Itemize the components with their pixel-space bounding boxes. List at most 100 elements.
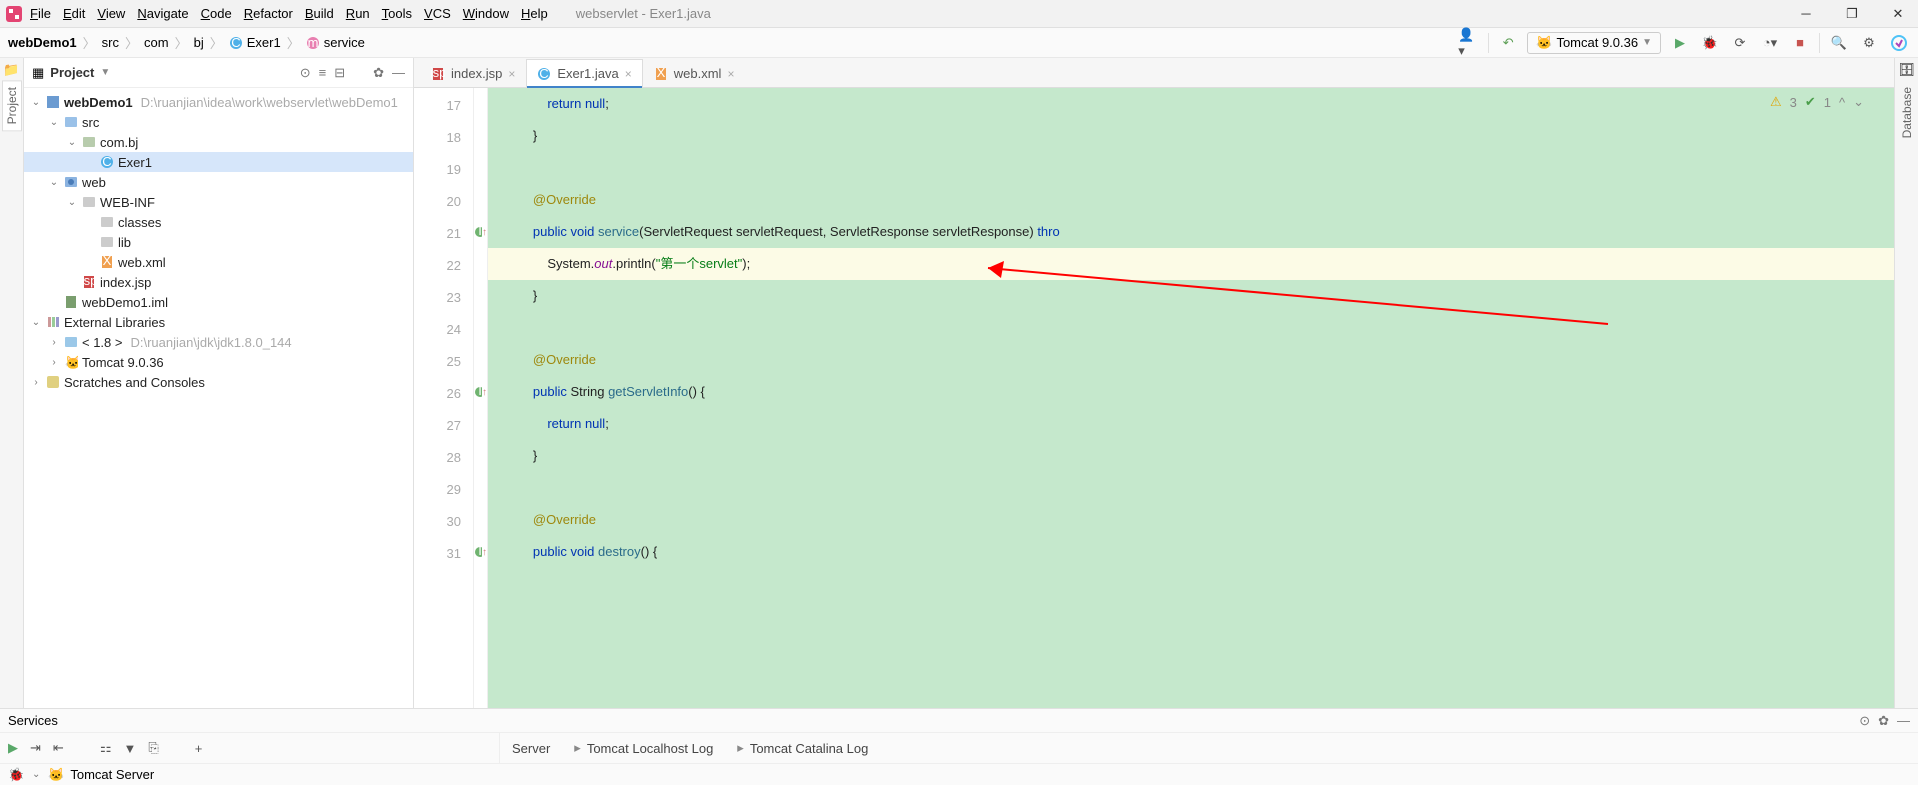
server-tab-tomcat-catalina-log[interactable]: ▸Tomcat Catalina Log bbox=[737, 740, 868, 756]
services-body: ▶ ⇥ ⇤ ⚏ ▼ ⎘ + Server ▸Tomcat Localhost Lo… bbox=[0, 733, 1918, 763]
user-icon[interactable]: 👤▾ bbox=[1458, 32, 1480, 54]
profile-button[interactable]: ◔▾ bbox=[1759, 32, 1781, 54]
tree-scratches-and-consoles[interactable]: ›Scratches and Consoles bbox=[24, 372, 413, 392]
back-nav-icon[interactable]: ↶ bbox=[1497, 32, 1519, 54]
code-pane[interactable]: ⚠3 ✔1 ^ ⌄ return null; } @Override publi… bbox=[488, 88, 1894, 708]
menu-vcs[interactable]: VCS bbox=[424, 6, 451, 21]
stop-svc-icon[interactable]: ⇤ bbox=[53, 740, 64, 756]
project-tree[interactable]: ⌄webDemo1D:\ruanjian\idea\work\webservle… bbox=[24, 88, 413, 396]
tree-com-bj[interactable]: ⌄com.bj bbox=[24, 132, 413, 152]
menu-code[interactable]: Code bbox=[201, 6, 232, 21]
tab-web-xml[interactable]: Xweb.xml× bbox=[643, 59, 746, 87]
maximize-button[interactable]: ❐ bbox=[1838, 6, 1866, 22]
navigation-bar: webDemo1〉src〉com〉bj〉CExer1〉mservice 👤▾ ↶… bbox=[0, 28, 1918, 58]
project-view-dropdown[interactable]: ▼ bbox=[100, 67, 110, 78]
tab-close-icon[interactable]: × bbox=[727, 67, 734, 81]
tab-close-icon[interactable]: × bbox=[625, 67, 632, 81]
window-title: webservlet - Exer1.java bbox=[576, 6, 711, 21]
server-tab-tomcat-localhost-log[interactable]: ▸Tomcat Localhost Log bbox=[574, 740, 713, 756]
menu-help[interactable]: Help bbox=[521, 6, 548, 21]
group-icon[interactable]: ⎘ bbox=[148, 740, 158, 756]
tab-close-icon[interactable]: × bbox=[508, 67, 515, 81]
tree-src[interactable]: ⌄src bbox=[24, 112, 413, 132]
menu-bar: File Edit View Navigate Code Refactor Build Run… bbox=[30, 6, 548, 21]
debug-button[interactable]: 🐞 bbox=[1699, 32, 1721, 54]
tree-lib[interactable]: lib bbox=[24, 232, 413, 252]
breadcrumb-src[interactable]: src bbox=[102, 35, 119, 50]
breadcrumb-service[interactable]: mservice bbox=[306, 35, 365, 50]
expand-arrow[interactable]: ⌄ bbox=[30, 769, 42, 780]
database-rail-tab[interactable]: Database bbox=[1897, 80, 1917, 145]
tree-webdemo1[interactable]: ⌄webDemo1D:\ruanjian\idea\work\webservle… bbox=[24, 92, 413, 112]
run-icon[interactable]: ▶ bbox=[8, 740, 18, 756]
tree-webdemo1-iml[interactable]: webDemo1.iml bbox=[24, 292, 413, 312]
menu-navigate[interactable]: Navigate bbox=[137, 6, 188, 21]
warning-icon: ⚠ bbox=[1770, 94, 1782, 110]
filter-tree-icon[interactable]: ⇥ bbox=[30, 740, 41, 756]
code-editor[interactable]: 171819202122232425262728293031 I↑I↑I↑ ⚠3… bbox=[414, 88, 1894, 708]
run-config-selector[interactable]: 🐱 Tomcat 9.0.36 ▼ bbox=[1527, 32, 1661, 54]
coverage-button[interactable]: ⟳ bbox=[1729, 32, 1751, 54]
minimize-button[interactable]: ─ bbox=[1792, 6, 1820, 22]
scroll-from-source-icon[interactable]: ⊙ bbox=[300, 65, 311, 81]
tree-view-icon[interactable]: ⚏ bbox=[100, 740, 112, 756]
filter-icon[interactable]: ▼ bbox=[123, 741, 136, 756]
close-button[interactable]: ✕ bbox=[1884, 6, 1912, 22]
search-icon[interactable]: 🔍 bbox=[1828, 32, 1850, 54]
tab-exer1-java[interactable]: CExer1.java× bbox=[526, 59, 642, 87]
run-config-label: Tomcat 9.0.36 bbox=[1556, 35, 1638, 50]
services-expand-icon[interactable]: ⊙ bbox=[1859, 713, 1870, 729]
tab-index-jsp[interactable]: jspindex.jsp× bbox=[420, 59, 526, 87]
svg-text:X: X bbox=[656, 67, 665, 80]
services-header: Services ⊙ ✿ — bbox=[0, 709, 1918, 733]
menu-run[interactable]: Run bbox=[346, 6, 370, 21]
tree-exer1[interactable]: CExer1 bbox=[24, 152, 413, 172]
svg-text:C: C bbox=[231, 36, 240, 50]
breadcrumb-bj[interactable]: bj bbox=[194, 35, 204, 50]
tree-index-jsp[interactable]: jspindex.jsp bbox=[24, 272, 413, 292]
database-rail-icon[interactable]: 🗄 bbox=[1898, 62, 1915, 78]
tree-web-xml[interactable]: Xweb.xml bbox=[24, 252, 413, 272]
tree-classes[interactable]: classes bbox=[24, 212, 413, 232]
run-button[interactable]: ▶ bbox=[1669, 32, 1691, 54]
debug-mini-icon[interactable]: 🐞 bbox=[8, 767, 24, 783]
tree---1-8--[interactable]: ›< 1.8 >D:\ruanjian\jdk\jdk1.8.0_144 bbox=[24, 332, 413, 352]
menu-file[interactable]: File bbox=[30, 6, 51, 21]
window-controls: ─ ❐ ✕ bbox=[1792, 6, 1912, 22]
settings-icon[interactable]: ✿ bbox=[373, 65, 384, 81]
add-service-icon[interactable]: + bbox=[195, 741, 203, 756]
project-rail-icon[interactable]: 📁 bbox=[3, 62, 19, 78]
breadcrumb-webdemo1[interactable]: webDemo1 bbox=[8, 35, 77, 50]
services-title: Services bbox=[8, 713, 58, 728]
breadcrumb-com[interactable]: com bbox=[144, 35, 169, 50]
tree-web-inf[interactable]: ⌄WEB-INF bbox=[24, 192, 413, 212]
services-hide-icon[interactable]: — bbox=[1897, 713, 1910, 729]
editor-inspection-widget[interactable]: ⚠3 ✔1 ^ ⌄ bbox=[1770, 94, 1864, 110]
services-tree-row[interactable]: 🐞 ⌄ 🐱 Tomcat Server bbox=[0, 763, 1918, 785]
menu-tools[interactable]: Tools bbox=[382, 6, 412, 21]
stop-button[interactable]: ■ bbox=[1789, 32, 1811, 54]
menu-refactor[interactable]: Refactor bbox=[244, 6, 293, 21]
menu-window[interactable]: Window bbox=[463, 6, 509, 21]
hide-sidebar-icon[interactable]: — bbox=[392, 65, 405, 81]
tree-tomcat-9-0-36[interactable]: ›🐱Tomcat 9.0.36 bbox=[24, 352, 413, 372]
services-toolbar: ▶ ⇥ ⇤ ⚏ ▼ ⎘ + bbox=[0, 733, 500, 763]
project-tools: ⊙ ≡ ⊟ ✿ — bbox=[300, 65, 405, 81]
server-tab-server[interactable]: Server bbox=[512, 741, 550, 756]
prev-problem-icon[interactable]: ^ bbox=[1839, 95, 1845, 110]
menu-view[interactable]: View bbox=[97, 6, 125, 21]
expand-icon[interactable]: ≡ bbox=[319, 65, 327, 81]
right-tool-rail: 🗄 Database bbox=[1894, 58, 1918, 708]
next-problem-icon[interactable]: ⌄ bbox=[1853, 94, 1864, 110]
tree-web[interactable]: ⌄web bbox=[24, 172, 413, 192]
project-rail-tab[interactable]: Project bbox=[2, 80, 22, 131]
settings-icon[interactable]: ⚙ bbox=[1858, 32, 1880, 54]
tree-external-libraries[interactable]: ⌄External Libraries bbox=[24, 312, 413, 332]
breadcrumb-exer1[interactable]: CExer1 bbox=[229, 35, 281, 50]
svg-text:jsp: jsp bbox=[82, 275, 96, 288]
menu-edit[interactable]: Edit bbox=[63, 6, 85, 21]
menu-build[interactable]: Build bbox=[305, 6, 334, 21]
collapse-icon[interactable]: ⊟ bbox=[334, 65, 345, 81]
services-settings-icon[interactable]: ✿ bbox=[1878, 713, 1889, 729]
ai-pilot-icon[interactable] bbox=[1888, 32, 1910, 54]
